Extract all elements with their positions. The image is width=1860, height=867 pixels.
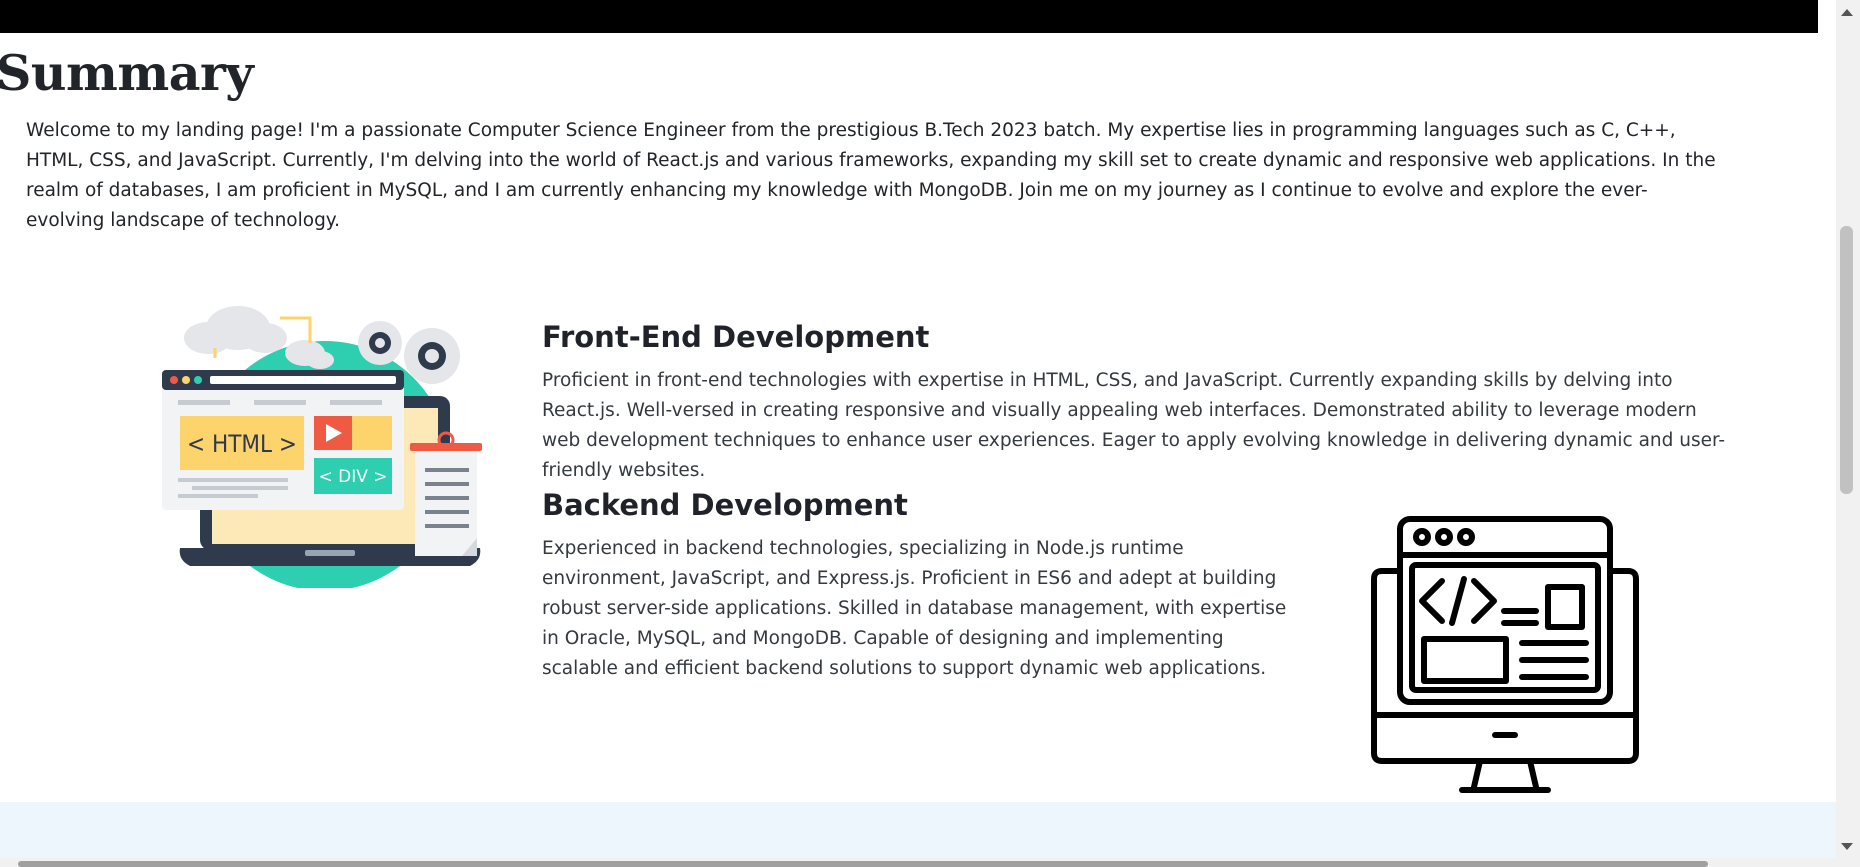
backend-heading: Backend Development [542,488,908,522]
top-navbar [0,0,1818,33]
vertical-scrollbar-thumb[interactable] [1840,226,1853,494]
summary-paragraph: Welcome to my landing page! I'm a passio… [26,120,1716,231]
html-label: < HTML > [187,430,297,458]
code-monitor-icon [1371,516,1639,793]
frontend-paragraph: Proficient in front-end technologies wit… [542,370,1726,481]
div-label: < DIV > [318,467,387,487]
backend-paragraph: Experienced in backend technologies, spe… [542,538,1287,679]
frontend-heading: Front-End Development [542,320,930,354]
web-development-illustration-icon: < HTML > < DIV > [162,306,482,588]
scroll-down-arrow-icon[interactable] [1841,843,1853,850]
summary-heading: Summary [0,44,254,102]
horizontal-scrollbar-thumb[interactable] [18,861,1708,867]
scroll-up-arrow-icon[interactable] [1841,9,1853,16]
